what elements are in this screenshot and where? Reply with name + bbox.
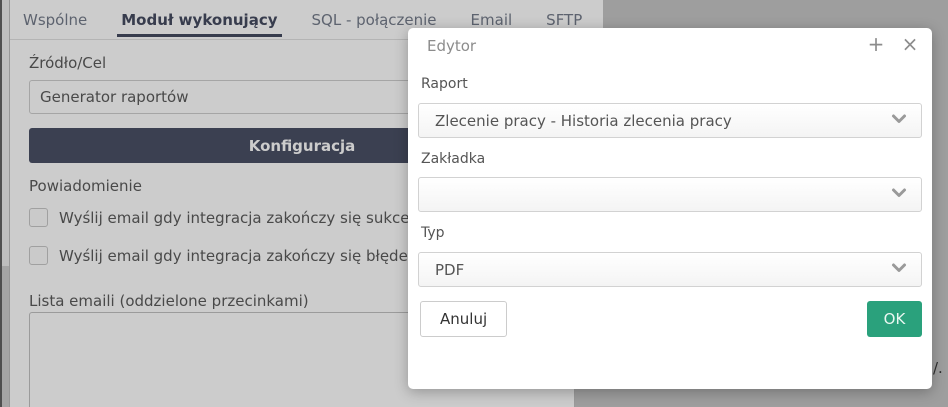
raport-select-value: Zlecenie pracy - Historia zlecenia pracy	[435, 112, 732, 130]
ok-button[interactable]: OK	[867, 301, 922, 337]
zakladka-label: Zakładka	[421, 151, 485, 167]
dialog-title: Edytor	[427, 37, 476, 55]
chevron-down-icon	[891, 112, 907, 130]
typ-select[interactable]: PDF	[418, 252, 922, 287]
dialog-tools: + ×	[864, 32, 922, 56]
chevron-down-icon	[891, 186, 907, 204]
typ-select-value: PDF	[435, 261, 464, 279]
cancel-button[interactable]: Anuluj	[420, 301, 507, 337]
editor-dialog: Edytor + × Raport Zlecenie pracy - Histo…	[408, 28, 932, 389]
chevron-down-icon	[891, 261, 907, 279]
raport-select[interactable]: Zlecenie pracy - Historia zlecenia pracy	[418, 103, 922, 138]
close-icon[interactable]: ×	[898, 32, 922, 56]
app-window: Wspólne Moduł wykonujący SQL - połączeni…	[0, 0, 948, 407]
typ-label: Typ	[421, 225, 445, 241]
zakladka-select[interactable]	[418, 177, 922, 212]
raport-label: Raport	[421, 76, 468, 92]
add-icon[interactable]: +	[864, 32, 888, 56]
